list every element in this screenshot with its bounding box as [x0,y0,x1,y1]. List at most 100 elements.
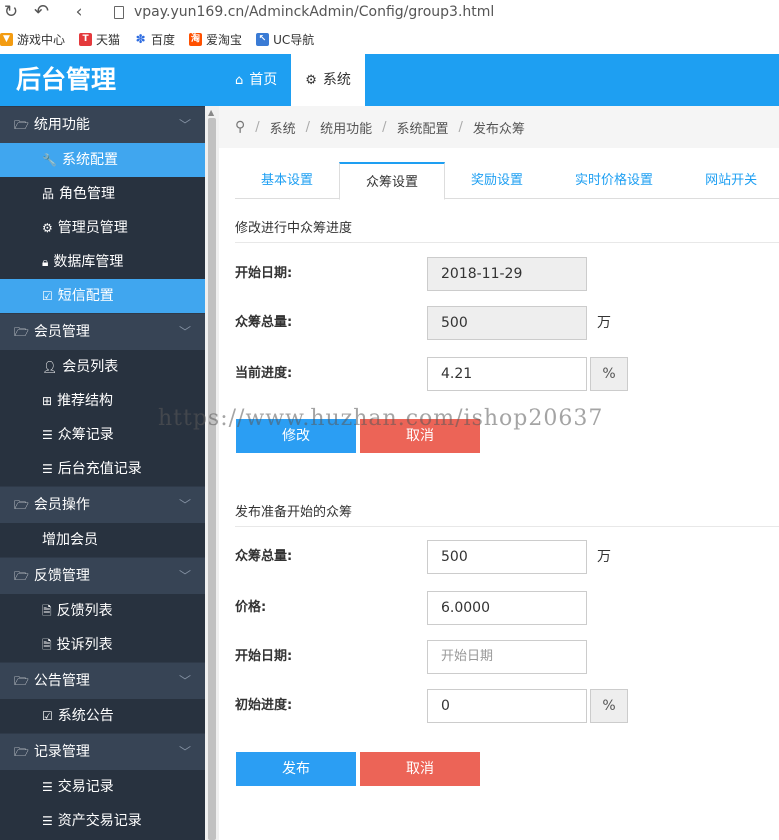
bookmark-games[interactable]: ▼ 游戏中心 [0,31,65,48]
sidebar-group-announcements[interactable]: 🗁 公告管理 ﹀ [0,662,205,699]
gear-icon: ⚙ [305,73,317,88]
scroll-up-arrow-icon[interactable]: ▲ [208,108,214,117]
home-icon: ⌂ [235,73,244,88]
tab-realtime-price[interactable]: 实时价格设置 [549,162,679,199]
tab-site-switch[interactable]: 网站开关 [679,162,779,199]
sidebar-item-system-config[interactable]: 🔧 系统配置 [0,143,205,177]
brand-title: 后台管理 [0,54,221,106]
new-start-date-field[interactable]: 开始日期 [427,640,587,674]
tab-basic[interactable]: 基本设置 [235,162,339,199]
field-label: 开始日期: [235,266,293,281]
breadcrumb-current: 发布众筹 [472,121,525,137]
sidebar-item-asset-trade-records[interactable]: ☰ 资产交易记录 [0,804,205,838]
sidebar-group-feedback[interactable]: 🗁 反馈管理 ﹀ [0,557,205,594]
new-total-amount-field[interactable]: 500 [427,540,587,574]
bookmarks-bar: ▼ 游戏中心 T 天猫 ✽ 百度 淘 爱淘宝 ↖ UC导航 [0,26,779,52]
breadcrumb: ⚲ / 系统 / 统用功能 / 系统配置 / 发布众筹 [219,106,779,148]
folder-open-icon: 🗁 [14,745,29,759]
percent-addon: % [590,689,628,723]
sidebar-group-records[interactable]: 🗁 记录管理 ﹀ [0,733,205,770]
unit-label: 万 [597,549,611,565]
games-icon: ▼ [0,32,13,46]
sidebar-group-member-ops[interactable]: 🗁 会员操作 ﹀ [0,486,205,523]
browser-url-bar: ↻ ↶ ‹ vpay.yun169.cn/AdminckAdmin/Config… [0,0,779,24]
sidebar-item-sms-config[interactable]: ☑ 短信配置 [0,279,205,313]
price-field[interactable]: 6.0000 [427,591,587,625]
field-label: 价格: [235,600,267,615]
sidebar-group-members[interactable]: 🗁 会员管理 ﹀ [0,313,205,350]
sidebar-scrollbar[interactable]: ▲ [205,106,219,840]
top-nav-system[interactable]: ⚙ 系统 [291,54,365,106]
folder-open-icon: 🗁 [14,498,29,512]
folder-open-icon: 🗁 [14,325,29,339]
tab-crowdfund[interactable]: 众筹设置 [339,162,446,200]
breadcrumb-item[interactable]: 系统配置 [396,118,448,137]
sidebar-group-common[interactable]: 🗁 统用功能 ﹀ [0,106,205,143]
sidebar-item-trade-records[interactable]: ☰ 交易记录 [0,770,205,804]
folder-open-icon: 🗁 [14,674,29,688]
list-icon: ☰ [42,780,53,794]
form-row-new-start-date: 开始日期: 开始日期 [235,640,779,674]
sidebar-item-label: 短信配置 [57,288,114,304]
sidebar-item-admins[interactable]: ⚙ 管理员管理 [0,211,205,245]
form-row-progress: 当前进度: 4.21 % [235,357,779,391]
sidebar-item-recharge-records[interactable]: ☰ 后台充值记录 [0,452,205,486]
form-row-new-total: 众筹总量: 500 万 [235,540,779,574]
sidebar-group-label: 会员操作 [33,497,90,513]
sidebar-item-database[interactable]: 🔒︎ 数据库管理 [0,245,205,279]
form-row-price: 价格: 6.0000 [235,591,779,625]
bookmark-baidu[interactable]: ✽ 百度 [134,31,175,48]
cancel-publish-button[interactable]: 取消 [360,752,480,786]
total-amount-field[interactable]: 500 [427,306,587,340]
back-icon[interactable]: ‹ [68,2,90,22]
top-nav-home[interactable]: ⌂ 首页 [221,54,291,106]
address-text[interactable]: vpay.yun169.cn/AdminckAdmin/Config/group… [134,4,494,20]
sidebar-item-add-member[interactable]: 增加会员 [0,523,205,557]
sidebar-item-label: 角色管理 [59,186,116,202]
sidebar-group-label: 会员管理 [33,324,90,340]
sidebar-item-label: 增加会员 [42,532,98,548]
undo-icon[interactable]: ↶ [22,2,68,22]
bookmark-label: UC导航 [273,32,315,47]
taobao-icon: 淘 [189,32,203,46]
bookmark-label: 天猫 [96,32,121,47]
gear-icon: ⚙ [42,221,53,235]
file-icon: 🗎 [42,638,52,652]
start-date-field[interactable]: 2018-11-29 [427,257,587,291]
sidebar-item-label: 数据库管理 [53,254,124,270]
scrollbar-thumb[interactable] [208,118,216,840]
sidebar-item-roles[interactable]: 品角色管理 [0,177,205,211]
bookmark-aitaobao[interactable]: 淘 爱淘宝 [189,31,242,48]
section-title-publish: 发布准备开始的众筹 [235,501,779,527]
sidebar-item-label: 后台充值记录 [57,461,142,477]
sidebar-item-feedback-list[interactable]: 🗎 反馈列表 [0,594,205,628]
sitemap-icon: 品 [42,187,55,201]
breadcrumb-item[interactable]: 系统 [270,118,296,137]
sidebar-item-label: 系统公告 [57,708,114,724]
main-content: ⚲ / 系统 / 统用功能 / 系统配置 / 发布众筹 基本设置 众筹设置 奖励… [219,106,779,840]
top-nav-label: 首页 [249,72,278,88]
tmall-icon: T [79,32,93,46]
edit-icon: ☑ [42,289,53,303]
unit-label: 万 [597,315,611,331]
refresh-icon[interactable]: ↻ [0,2,22,22]
field-label: 众筹总量: [235,549,293,564]
sidebar: 🗁 统用功能 ﹀ 🔧 系统配置 品角色管理 ⚙ 管理员管理 🔒︎ 数据库管理 ☑ 短信配置… [0,106,205,840]
sidebar-item-system-notice[interactable]: ☑ 系统公告 [0,699,205,733]
percent-addon: % [590,357,628,391]
bookmark-tmall[interactable]: T 天猫 [79,31,120,48]
initial-progress-field[interactable]: 0 [427,689,587,723]
current-progress-field[interactable]: 4.21 [427,357,587,391]
breadcrumb-item[interactable]: 统用功能 [320,118,372,137]
bookmark-uc[interactable]: ↖ UC导航 [256,31,314,48]
chevron-down-icon: ﹀ [178,569,191,583]
tab-rewards[interactable]: 奖励设置 [445,162,549,199]
sidebar-item-member-list[interactable]: 👤︎ 会员列表 [0,350,205,384]
top-nav-label: 系统 [322,72,351,88]
app-header: 后台管理 ⌂ 首页 ⚙ 系统 [0,54,779,106]
sidebar-item-complaint-list[interactable]: 🗎 投诉列表 [0,628,205,662]
lock-icon: 🔒︎ [42,255,49,269]
field-label: 众筹总量: [235,315,293,330]
form-row-total: 众筹总量: 500 万 [235,306,779,340]
publish-button[interactable]: 发布 [236,752,356,786]
